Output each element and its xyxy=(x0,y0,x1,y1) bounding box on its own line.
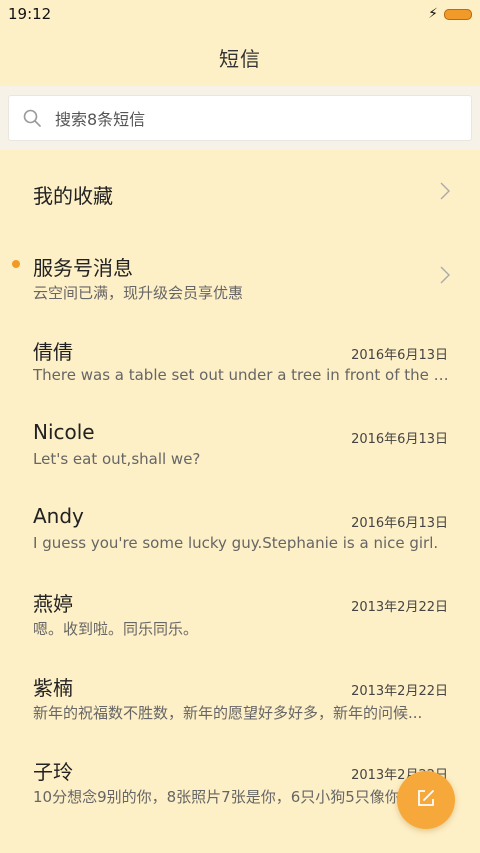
message-preview: Let's eat out,shall we? xyxy=(33,450,201,468)
battery-icon xyxy=(444,8,472,20)
message-date: 2016年6月13日 xyxy=(351,348,448,363)
chevron-right-icon xyxy=(440,266,450,288)
message-date: 2013年2月22日 xyxy=(351,684,448,699)
message-date: 2016年6月13日 xyxy=(351,516,448,531)
charging-bolt-icon: ⚡︎ xyxy=(428,6,438,22)
contact-name: Nicole xyxy=(33,420,95,444)
message-preview: 10分想念9别的你，8张照片7张是你，6只小狗5只像你 xyxy=(33,788,400,806)
message-preview: There was a table set out under a tree i… xyxy=(33,366,449,384)
message-date: 2016年6月13日 xyxy=(351,432,448,447)
contact-name: 子玲 xyxy=(33,760,73,784)
contact-name: Andy xyxy=(33,504,84,528)
search-area: 搜索8条短信 xyxy=(0,86,480,150)
service-messages-row[interactable]: 服务号消息 云空间已满，现升级会员享优惠 xyxy=(0,236,480,320)
contact-name: 倩倩 xyxy=(33,340,73,364)
list-item[interactable]: Nicole 2016年6月13日 Let's eat out,shall we… xyxy=(0,404,480,488)
contact-name: 紫楠 xyxy=(33,676,73,700)
search-placeholder: 搜索8条短信 xyxy=(55,110,146,129)
service-title: 服务号消息 xyxy=(33,256,133,280)
message-preview: I guess you're some lucky guy.Stephanie … xyxy=(33,534,439,552)
service-preview: 云空间已满，现升级会员享优惠 xyxy=(33,284,244,302)
status-bar: 19:12 ⚡︎ xyxy=(0,0,480,28)
status-time: 19:12 xyxy=(8,5,52,23)
list-item[interactable]: 紫楠 2013年2月22日 新年的祝福数不胜数，新年的愿望好多好多，新年的问候.… xyxy=(0,656,480,740)
list-item[interactable]: 燕婷 2013年2月22日 嗯。收到啦。同乐同乐。 xyxy=(0,572,480,656)
search-input[interactable]: 搜索8条短信 xyxy=(8,95,472,141)
conversation-list: 我的收藏 服务号消息 云空间已满，现升级会员享优惠 倩倩 2016年6月13日 … xyxy=(0,150,480,824)
search-icon xyxy=(23,109,41,127)
compose-icon xyxy=(416,788,436,812)
favorites-label: 我的收藏 xyxy=(33,184,113,208)
list-item[interactable]: 倩倩 2016年6月13日 There was a table set out … xyxy=(0,320,480,404)
message-date: 2013年2月22日 xyxy=(351,600,448,615)
favorites-row[interactable]: 我的收藏 xyxy=(0,150,480,236)
message-preview: 嗯。收到啦。同乐同乐。 xyxy=(33,620,199,638)
message-preview: 新年的祝福数不胜数，新年的愿望好多好多，新年的问候... xyxy=(33,704,423,722)
chevron-right-icon xyxy=(440,182,450,204)
contact-name: 燕婷 xyxy=(33,592,73,616)
list-item[interactable]: Andy 2016年6月13日 I guess you're some luck… xyxy=(0,488,480,572)
title-bar: 短信 xyxy=(0,28,480,86)
compose-button[interactable] xyxy=(397,771,455,829)
page-title: 短信 xyxy=(219,46,261,71)
system-icons: ⚡︎ xyxy=(428,6,472,22)
unread-dot xyxy=(12,260,20,268)
